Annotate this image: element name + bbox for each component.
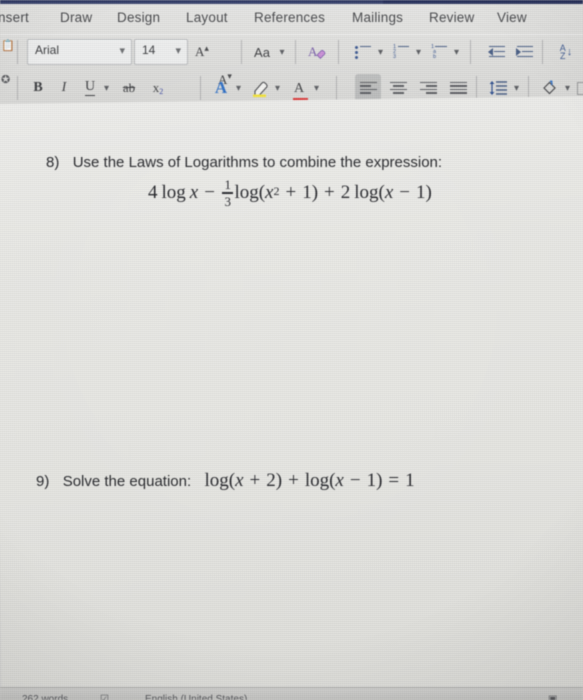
q8-var2: x	[265, 181, 274, 203]
q8-var3: x	[384, 181, 394, 203]
document-content: 8) Use the Laws of Logarithms to combine…	[0, 0, 583, 700]
q8-var1: x	[189, 181, 199, 203]
question-8-number: 8)	[46, 154, 60, 171]
q8-close2: )	[311, 181, 319, 203]
question-8-expression: 4 log x − 1 3 log ( x2 + 1 ) + 2 log (x…	[148, 178, 432, 208]
q9-num1: 2	[266, 470, 276, 491]
question-8-prompt-line: 8) Use the Laws of Logarithms to combine…	[46, 154, 442, 172]
paste-icon: 📋	[1, 40, 15, 52]
math-expression-9: log ( x + 2 ) + log ( x − 1 ) = 1	[205, 470, 415, 492]
question-8-prompt: Use the Laws of Logarithms to combine th…	[72, 154, 443, 171]
q8-one3: 1	[416, 181, 426, 203]
view-layout-icon[interactable]: ▣	[548, 694, 557, 700]
q9-num2: 1	[366, 470, 377, 491]
q8-fraction: 1 3	[222, 178, 233, 208]
q9-plus1: +	[249, 470, 261, 491]
q8-log3: log	[354, 181, 379, 203]
language-status[interactable]: English (United States)	[145, 694, 247, 700]
q9-equals: =	[388, 470, 400, 491]
q9-close1: )	[275, 470, 283, 491]
q8-coef1: 4	[148, 181, 158, 203]
q8-exp2: 2	[273, 184, 280, 199]
word-count-status[interactable]: 262 words	[22, 694, 68, 700]
question-9-line: 9) Solve the equation: log ( x + 2 ) + l…	[36, 470, 415, 492]
q8-plus: +	[324, 181, 335, 203]
q8-coef3: 2	[340, 181, 351, 203]
format-painter-button-clipped[interactable]: ✪	[0, 70, 12, 100]
q9-result: 1	[405, 470, 415, 491]
q8-plus-inner: +	[285, 181, 297, 203]
q9-minus2: −	[349, 470, 361, 491]
paste-button-clipped[interactable]: 📋	[0, 36, 15, 66]
q9-var2: x	[335, 470, 344, 491]
q9-log1: log	[204, 470, 229, 491]
q9-log2: log	[304, 470, 330, 491]
q8-minus: −	[204, 181, 215, 203]
q8-frac-denominator: 3	[224, 193, 231, 209]
question-9-prompt: Solve the equation:	[62, 473, 192, 490]
question-9-number: 9)	[36, 473, 50, 490]
q8-log1: log	[161, 181, 186, 203]
q9-plus: +	[288, 470, 299, 491]
math-expression-8: 4 log x − 1 3 log ( x2 + 1 ) + 2 log (x…	[148, 178, 432, 208]
word-app-window: Insert Draw Design Layout References Mai…	[0, 0, 583, 700]
q9-var1: x	[235, 470, 244, 491]
q8-minus-inner: −	[399, 181, 411, 203]
spell-check-icon[interactable]: ☑	[100, 694, 109, 700]
q8-frac-numerator: 1	[224, 177, 231, 192]
photo-blur-layer: Insert Draw Design Layout References Mai…	[0, 0, 583, 700]
format-painter-icon: ✪	[1, 74, 11, 86]
q9-close2: )	[376, 470, 383, 491]
q8-one-inner: 1	[302, 181, 312, 203]
q8-log2: log	[234, 181, 259, 203]
q8-close3: )	[425, 181, 432, 203]
status-bar: 262 words ☑ English (United States) ▣	[0, 687, 583, 700]
